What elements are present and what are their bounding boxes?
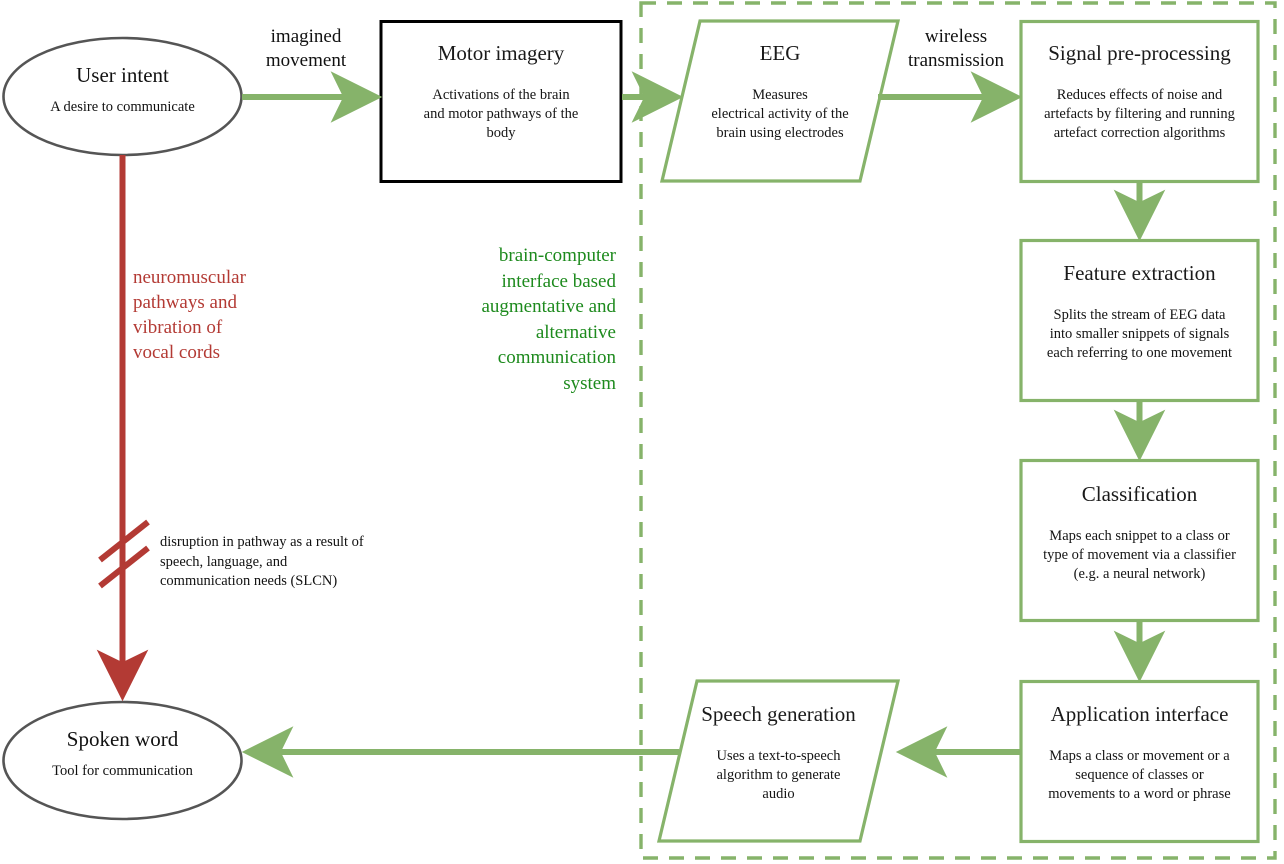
diagram-svg	[2, 1, 1277, 860]
node-feature-extraction-shape	[1019, 238, 1260, 403]
node-signal-pre-processing-shape	[1019, 19, 1260, 184]
node-classification-shape	[1019, 458, 1260, 623]
annotation-disruption-line-0: disruption in pathway as a result of	[160, 534, 364, 550]
edge-label-wireless-transmission: wireless transmission	[888, 25, 1024, 73]
annotation-boundary-line-2: augmentative and	[481, 296, 616, 317]
node-spoken-word-shape	[2, 700, 243, 821]
annotation-boundary-line-5: system	[563, 372, 616, 394]
node-application-interface-shape	[1019, 679, 1260, 844]
diagram-canvas: User intent A desire to communicate Moto…	[0, 0, 1284, 864]
edge-label-imagined-movement-line-1: movement	[265, 50, 347, 71]
node-speech-generation-shape	[656, 679, 901, 843]
edge-label-imagined-movement-line-0: imagined	[270, 26, 342, 47]
annotation-neuromuscular-line-2: vibration of	[133, 317, 223, 338]
edge-label-wireless-transmission-line-0: wireless	[924, 26, 988, 47]
annotation-system-boundary-label: brain-computer interface based augmentat…	[396, 243, 616, 396]
annotation-neuromuscular-line-3: vocal cords	[133, 342, 221, 363]
annotation-neuromuscular-line-0: neuromuscular	[133, 267, 246, 288]
annotation-neuromuscular-line-1: pathways and	[133, 292, 237, 313]
annotation-boundary-line-4: communication	[497, 347, 616, 368]
node-eeg-shape	[659, 19, 901, 183]
annotation-disruption-line-1: speech, language, and	[160, 553, 288, 570]
node-user-intent-shape	[2, 36, 243, 157]
annotation-pathway-disruption: disruption in pathway as a result of spe…	[160, 533, 410, 592]
edge-label-imagined-movement: imagined movement	[236, 25, 376, 73]
annotation-disruption-line-2: communication needs (SLCN)	[160, 573, 338, 589]
edge-label-wireless-transmission-line-1: transmission	[907, 50, 1005, 71]
annotation-boundary-line-0: brain-computer	[498, 245, 616, 266]
node-motor-imagery-shape	[379, 20, 623, 183]
annotation-neuromuscular-pathways: neuromuscular pathways and vibration of …	[133, 265, 353, 365]
annotation-boundary-line-1: interface based	[501, 270, 616, 292]
annotation-boundary-line-3: alternative	[535, 321, 616, 343]
